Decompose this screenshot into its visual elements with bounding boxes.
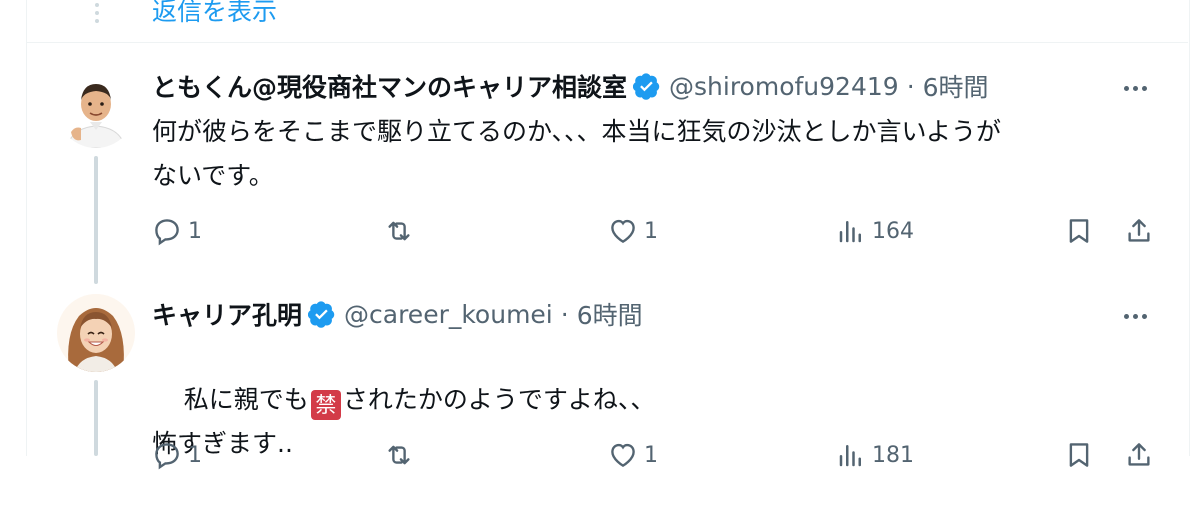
handle[interactable]: @career_koumei [344, 300, 553, 329]
tweet-text: 私に親でも禁されたかのようですよね、、 怖すぎます.. [152, 334, 1152, 510]
views-count: 181 [872, 442, 914, 468]
share-button[interactable] [1124, 216, 1160, 246]
reply-count: 1 [188, 218, 202, 244]
reply-icon [155, 219, 179, 246]
thread-connector-dots [89, 3, 105, 23]
like-button[interactable]: 1 [608, 440, 658, 470]
tweet-text-part: 私に親でも [183, 385, 309, 414]
more-icon[interactable] [1124, 306, 1160, 326]
tweet-header: ともくん@現役商社マンのキャリア相談室 @shiromofu92419 · 6時… [152, 68, 989, 104]
retweet-icon [388, 221, 410, 241]
like-icon [611, 443, 635, 467]
views-icon [839, 445, 861, 467]
thread-line [94, 380, 98, 456]
display-name[interactable]: キャリア孔明 [152, 296, 302, 332]
bookmark-icon [1069, 443, 1089, 467]
like-count: 1 [644, 218, 658, 244]
prohibited-emoji-icon: 禁 [310, 390, 341, 420]
more-icon[interactable] [1124, 78, 1160, 98]
retweet-icon [388, 445, 410, 465]
reply-icon [155, 443, 179, 470]
timestamp[interactable]: 6時間 [577, 296, 643, 332]
separator-dot: · [560, 299, 569, 329]
avatar[interactable] [57, 294, 135, 372]
reply-button[interactable]: 1 [152, 216, 202, 246]
tweet-text: 何が彼らをそこまで駆り立てるのか、、、本当に狂気の沙汰としか言いようが ないです… [152, 117, 1002, 190]
show-replies-link[interactable]: 返信を表示 [152, 0, 277, 28]
views-button[interactable]: 164 [836, 216, 914, 246]
separator-dot: · [906, 71, 915, 101]
bookmark-icon [1069, 219, 1089, 243]
views-icon [839, 221, 861, 243]
verified-badge-icon [633, 73, 660, 100]
bookmark-button[interactable] [1064, 440, 1100, 470]
thread-line [94, 156, 98, 284]
verified-badge-icon [308, 301, 335, 328]
bookmark-button[interactable] [1064, 216, 1100, 246]
tweet-text-part: されたかのようですよね、、 [342, 385, 656, 414]
views-button[interactable]: 181 [836, 440, 914, 470]
views-count: 164 [872, 218, 914, 244]
divider [26, 42, 1188, 43]
reply-button[interactable]: 1 [152, 440, 202, 470]
retweet-button[interactable] [384, 440, 420, 470]
share-icon [1128, 219, 1150, 242]
like-icon [611, 219, 635, 243]
share-button[interactable] [1124, 440, 1160, 470]
share-icon [1128, 443, 1150, 466]
reply-count: 1 [188, 442, 202, 468]
timestamp[interactable]: 6時間 [923, 68, 989, 104]
retweet-button[interactable] [384, 216, 420, 246]
avatar[interactable] [57, 70, 135, 148]
like-button[interactable]: 1 [608, 216, 658, 246]
tweet-header: キャリア孔明 @career_koumei · 6時間 [152, 296, 643, 332]
display-name[interactable]: ともくん@現役商社マンのキャリア相談室 [152, 68, 627, 104]
like-count: 1 [644, 442, 658, 468]
handle[interactable]: @shiromofu92419 [669, 72, 899, 101]
